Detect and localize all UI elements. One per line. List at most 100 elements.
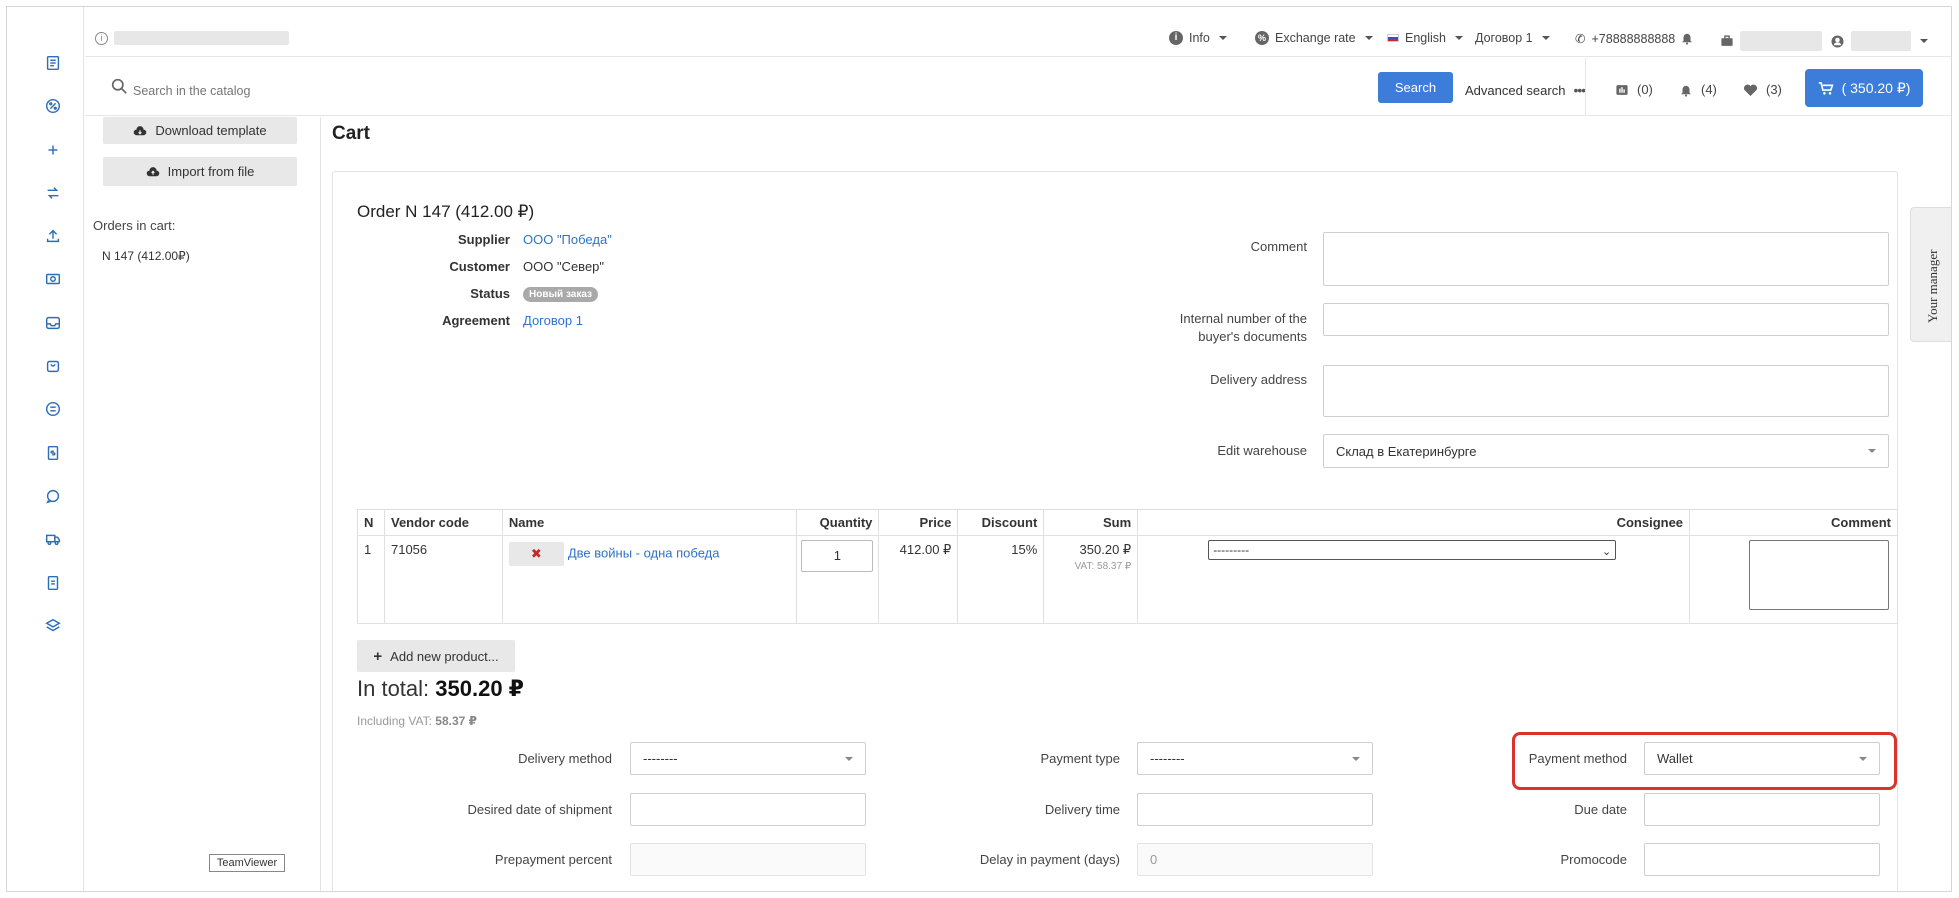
- report-icon[interactable]: [43, 573, 63, 593]
- notifications-button[interactable]: (4): [1679, 82, 1717, 97]
- language-menu[interactable]: English: [1387, 31, 1463, 45]
- consignee-select[interactable]: --------- ⌄: [1208, 540, 1617, 560]
- chevron-down-icon: [845, 756, 853, 761]
- delete-item-button[interactable]: ✖: [508, 542, 564, 566]
- close-icon: ✖: [530, 546, 542, 561]
- col-consignee: Consignee: [1137, 509, 1691, 536]
- invoice-icon[interactable]: [43, 443, 63, 463]
- agreement-link[interactable]: Договор 1: [523, 313, 583, 328]
- info-menu[interactable]: i Info: [1169, 31, 1227, 45]
- page-title: Cart: [332, 123, 371, 144]
- phone-link[interactable]: ✆ +78888888888: [1575, 31, 1675, 47]
- cart-button[interactable]: ( 350.20 ₽): [1805, 69, 1923, 107]
- heart-icon: [1743, 84, 1758, 96]
- plus-icon[interactable]: [43, 140, 63, 160]
- user-menu[interactable]: [1830, 31, 1928, 51]
- money-icon[interactable]: [43, 269, 63, 289]
- col-quantity: Quantity: [796, 509, 880, 536]
- prepayment-input: [630, 843, 866, 876]
- add-new-product-button[interactable]: + Add new product...: [357, 640, 515, 672]
- internal-number-label: Internal number of the buyer's documents: [1179, 311, 1307, 344]
- row-price: 412.00 ₽: [878, 535, 959, 624]
- cloud-download-icon: [134, 125, 147, 135]
- import-from-file-button[interactable]: Import from file: [103, 157, 297, 186]
- in-total: In total: 350.20 ₽: [357, 676, 524, 701]
- row-sum: 350.20 ₽: [1079, 542, 1132, 557]
- col-sum: Sum: [1043, 509, 1139, 536]
- catalog-icon[interactable]: [43, 399, 63, 419]
- upload-icon[interactable]: [43, 226, 63, 246]
- delivery-method-select[interactable]: --------: [630, 742, 866, 775]
- row-consignee-cell: --------- ⌄: [1137, 535, 1691, 624]
- payment-type-select[interactable]: --------: [1137, 742, 1373, 775]
- row-discount: 15%: [957, 535, 1045, 624]
- row-comment-textarea[interactable]: [1749, 540, 1889, 610]
- delivery-time-label: Delivery time: [1044, 802, 1120, 817]
- icon-rail: [7, 7, 84, 891]
- including-vat: Including VAT: 58.37 ₽: [357, 714, 477, 728]
- delay-label: Delay in payment (days): [979, 852, 1120, 867]
- col-n: N: [357, 509, 385, 536]
- chevron-down-icon: [1868, 449, 1876, 453]
- edit-warehouse-label: Edit warehouse: [1217, 443, 1307, 458]
- row-n: 1: [357, 535, 385, 624]
- compare-icon: [1616, 84, 1628, 95]
- customer-value: ООО "Север": [523, 259, 605, 274]
- row-sum-cell: 350.20 ₽ VAT: 58.37 ₽: [1043, 535, 1139, 624]
- chevron-down-icon: [1364, 36, 1373, 40]
- items-table: N Vendor code Name Quantity Price Discou…: [357, 509, 1898, 624]
- phone-icon: ✆: [1575, 32, 1586, 46]
- discount-icon[interactable]: [43, 96, 63, 116]
- briefcase-icon: [1721, 35, 1733, 46]
- exchange-rate-menu[interactable]: % Exchange rate: [1255, 31, 1373, 45]
- status-value: Новый заказ: [523, 285, 599, 302]
- user-icon: [1831, 35, 1844, 47]
- bell-icon[interactable]: [1680, 31, 1694, 45]
- due-date-label: Due date: [1574, 802, 1627, 817]
- promocode-input[interactable]: [1644, 843, 1880, 876]
- flag-icon: [1387, 34, 1399, 42]
- delay-input: 0: [1137, 843, 1373, 876]
- chevron-down-icon: [1455, 36, 1463, 40]
- documents-icon[interactable]: [43, 53, 63, 73]
- status-badge: Новый заказ: [523, 287, 599, 302]
- quantity-input[interactable]: 1: [801, 540, 874, 572]
- payment-method-highlight: [1512, 732, 1897, 790]
- warehouse-select[interactable]: Склад в Екатеринбурге: [1323, 434, 1889, 468]
- exchange-icon[interactable]: [43, 183, 63, 203]
- bag-icon[interactable]: [43, 356, 63, 376]
- desired-date-input[interactable]: [630, 793, 866, 826]
- in-total-value: 350.20 ₽: [435, 676, 524, 701]
- due-date-input[interactable]: [1644, 793, 1880, 826]
- agreement-menu[interactable]: Договор 1: [1475, 31, 1550, 45]
- search-input[interactable]: [133, 84, 733, 98]
- your-manager-tab[interactable]: Your manager: [1910, 207, 1951, 342]
- row-quantity-cell: 1: [796, 535, 880, 624]
- delivery-time-input[interactable]: [1137, 793, 1373, 826]
- internal-number-input[interactable]: [1323, 303, 1889, 336]
- teamviewer-badge[interactable]: TeamViewer: [209, 854, 285, 872]
- chat-icon[interactable]: [43, 486, 63, 506]
- top-bar: i i Info % Exchange rate English Договор…: [85, 7, 1951, 57]
- search-icon: [111, 78, 127, 94]
- truck-icon[interactable]: [43, 529, 63, 549]
- comment-textarea[interactable]: [1323, 232, 1889, 286]
- table-header-row: N Vendor code Name Quantity Price Discou…: [357, 509, 1898, 536]
- product-link[interactable]: Две войны - одна победа: [568, 545, 720, 560]
- compare-button[interactable]: (0): [1615, 82, 1653, 97]
- favorites-button[interactable]: (3): [1743, 82, 1782, 97]
- inbox-icon[interactable]: [43, 313, 63, 333]
- col-name: Name: [501, 509, 798, 536]
- search-button[interactable]: Search: [1378, 72, 1453, 103]
- col-price: Price: [878, 509, 959, 536]
- layers-icon[interactable]: [43, 616, 63, 636]
- supplier-link[interactable]: ООО "Победа": [523, 232, 612, 247]
- download-template-button[interactable]: Download template: [103, 117, 297, 144]
- advanced-search-link[interactable]: Advanced search •••: [1465, 82, 1586, 98]
- order-title: Order N 147 (412.00 ₽): [357, 202, 535, 221]
- order-list-item[interactable]: N 147 (412.00₽): [102, 249, 190, 263]
- info-circle-icon[interactable]: i: [95, 31, 108, 45]
- col-vendor-code: Vendor code: [383, 509, 503, 536]
- delivery-address-textarea[interactable]: [1323, 365, 1889, 417]
- company-menu[interactable]: [1720, 31, 1822, 51]
